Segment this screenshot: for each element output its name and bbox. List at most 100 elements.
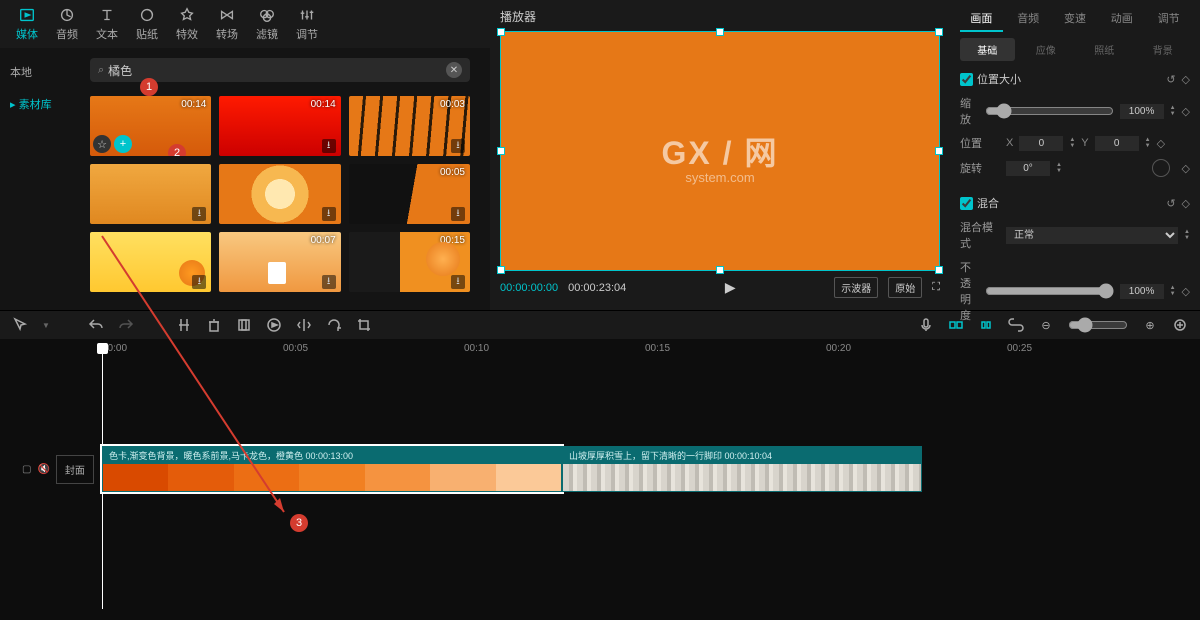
rtab-anim[interactable]: 动画: [1100, 6, 1143, 32]
rotate-icon[interactable]: [326, 317, 342, 333]
asset-thumb[interactable]: 00:14 ☆+ 2: [90, 96, 211, 156]
possize-label: 位置大小: [977, 71, 1021, 87]
rot-value[interactable]: [1006, 161, 1050, 176]
redo-icon[interactable]: [118, 317, 134, 333]
asset-thumb[interactable]: ⭳: [90, 164, 211, 224]
rtab-picture[interactable]: 画面: [960, 6, 1003, 32]
fullscreen-icon[interactable]: ⛶: [932, 281, 940, 294]
scale-slider[interactable]: [985, 103, 1114, 119]
clear-icon[interactable]: ✕: [446, 62, 462, 78]
download-icon[interactable]: ⭳: [322, 139, 336, 153]
reverse-icon[interactable]: [266, 317, 282, 333]
reset-icon[interactable]: ↺: [1166, 73, 1175, 86]
possize-toggle[interactable]: [960, 73, 973, 86]
add-icon[interactable]: +: [114, 135, 132, 153]
keyframe-icon[interactable]: ◇: [1182, 162, 1190, 175]
sidenav-local[interactable]: 本地: [0, 56, 70, 88]
link-icon[interactable]: [1008, 317, 1024, 333]
rtab-adjust[interactable]: 调节: [1147, 6, 1190, 32]
subtab-1[interactable]: 应像: [1019, 38, 1074, 61]
download-icon[interactable]: ⭳: [322, 207, 336, 221]
asset-thumb[interactable]: ⭳: [90, 232, 211, 292]
mute-icon[interactable]: 🔇: [37, 464, 49, 475]
spin-icon[interactable]: ▲▼: [1170, 105, 1176, 117]
subtab-3[interactable]: 背景: [1136, 38, 1191, 61]
rtab-speed[interactable]: 变速: [1054, 6, 1097, 32]
annotation-3: 3: [290, 514, 308, 532]
tab-adjust[interactable]: 调节: [290, 4, 324, 44]
pos-y[interactable]: [1095, 136, 1139, 151]
timeline-clip[interactable]: 色卡,渐变色背景，暖色系前景,马卡龙色，橙黄色 00:00:13:00: [102, 446, 562, 492]
keyframe-icon[interactable]: ◇: [1182, 105, 1190, 118]
download-icon[interactable]: ⭳: [451, 139, 465, 153]
blend-toggle[interactable]: [960, 197, 973, 210]
asset-thumb[interactable]: 00:03⭳: [349, 96, 470, 156]
adjust-icon: [298, 6, 316, 24]
tab-filter[interactable]: 滤镜: [250, 4, 284, 44]
pos-x[interactable]: [1019, 136, 1063, 151]
mic-icon[interactable]: [918, 317, 934, 333]
delete-icon[interactable]: [206, 317, 222, 333]
tab-media[interactable]: 媒体: [10, 4, 44, 44]
annotation-2: 2: [168, 144, 186, 156]
preview-canvas[interactable]: GX / 网 system.com: [500, 31, 940, 271]
split-icon[interactable]: [176, 317, 192, 333]
keyframe-icon[interactable]: ◇: [1182, 285, 1190, 298]
snap-main-icon[interactable]: [948, 317, 964, 333]
search-input[interactable]: [108, 63, 446, 77]
rtab-audio[interactable]: 音频: [1007, 6, 1050, 32]
lock-icon[interactable]: ▢: [22, 464, 31, 475]
scale-value[interactable]: [1120, 104, 1164, 119]
asset-thumb[interactable]: 00:14⭳: [219, 96, 340, 156]
subtab-2[interactable]: 照纸: [1077, 38, 1132, 61]
asset-thumb[interactable]: 00:07⭳: [219, 232, 340, 292]
tab-text[interactable]: 文本: [90, 4, 124, 44]
opacity-value[interactable]: [1120, 284, 1164, 299]
asset-grid: 00:14 ☆+ 2 00:14⭳ 00:03⭳ ⭳ ⭳ 00:05⭳ ⭳ 00…: [90, 96, 470, 292]
reset-icon[interactable]: ↺: [1166, 197, 1175, 210]
timeline-clip[interactable]: 山坡厚厚积雪上，留下清晰的一行脚印 00:00:10:04: [562, 446, 922, 492]
snap-track-icon[interactable]: [978, 317, 994, 333]
play-button[interactable]: ▶: [725, 279, 736, 296]
tab-transition[interactable]: 转场: [210, 4, 244, 44]
opacity-slider[interactable]: [985, 283, 1114, 299]
keyframe-icon[interactable]: ◇: [1182, 73, 1190, 86]
blend-mode-select[interactable]: 正常: [1006, 227, 1178, 244]
download-icon[interactable]: ⭳: [192, 207, 206, 221]
sticker-icon: [138, 6, 156, 24]
download-icon[interactable]: ⭳: [451, 275, 465, 289]
tab-audio[interactable]: 音频: [50, 4, 84, 44]
time-ruler[interactable]: 00:00 00:05 00:10 00:15 00:20 00:25: [12, 339, 1188, 356]
asset-thumb[interactable]: ⭳: [219, 164, 340, 224]
asset-thumb[interactable]: 00:05⭳: [349, 164, 470, 224]
download-icon[interactable]: ⭳: [451, 207, 465, 221]
text-icon: [98, 6, 116, 24]
cover-button[interactable]: 封面: [56, 455, 94, 484]
keyframe-icon[interactable]: ◇: [1182, 197, 1190, 210]
sidenav-library[interactable]: 素材库: [0, 88, 70, 120]
freeze-icon[interactable]: [236, 317, 252, 333]
chevron-down-icon[interactable]: ▼: [42, 321, 50, 330]
tab-effect[interactable]: 特效: [170, 4, 204, 44]
zoom-out-icon[interactable]: ⊖: [1038, 317, 1054, 333]
scope-button[interactable]: 示波器: [834, 277, 878, 298]
transition-icon: [218, 6, 236, 24]
tab-sticker[interactable]: 贴纸: [130, 4, 164, 44]
zoom-slider[interactable]: [1068, 317, 1128, 333]
cursor-icon[interactable]: [12, 317, 28, 333]
undo-icon[interactable]: [88, 317, 104, 333]
subtab-basic[interactable]: 基础: [960, 38, 1015, 61]
asset-thumb[interactable]: 00:15⭳: [349, 232, 470, 292]
rot-dial-icon[interactable]: [1152, 159, 1170, 177]
download-icon[interactable]: ⭳: [192, 275, 206, 289]
crop-icon[interactable]: [356, 317, 372, 333]
zoom-fit-icon[interactable]: [1172, 317, 1188, 333]
zoom-in-icon[interactable]: ⊕: [1142, 317, 1158, 333]
download-icon[interactable]: ⭳: [322, 275, 336, 289]
mirror-icon[interactable]: [296, 317, 312, 333]
filter-icon: [258, 6, 276, 24]
original-button[interactable]: 原始: [888, 277, 922, 298]
inspector-subtabs: 基础 应像 照纸 背景: [960, 38, 1190, 61]
favorite-icon[interactable]: ☆: [93, 135, 111, 153]
keyframe-icon[interactable]: ◇: [1157, 137, 1165, 150]
